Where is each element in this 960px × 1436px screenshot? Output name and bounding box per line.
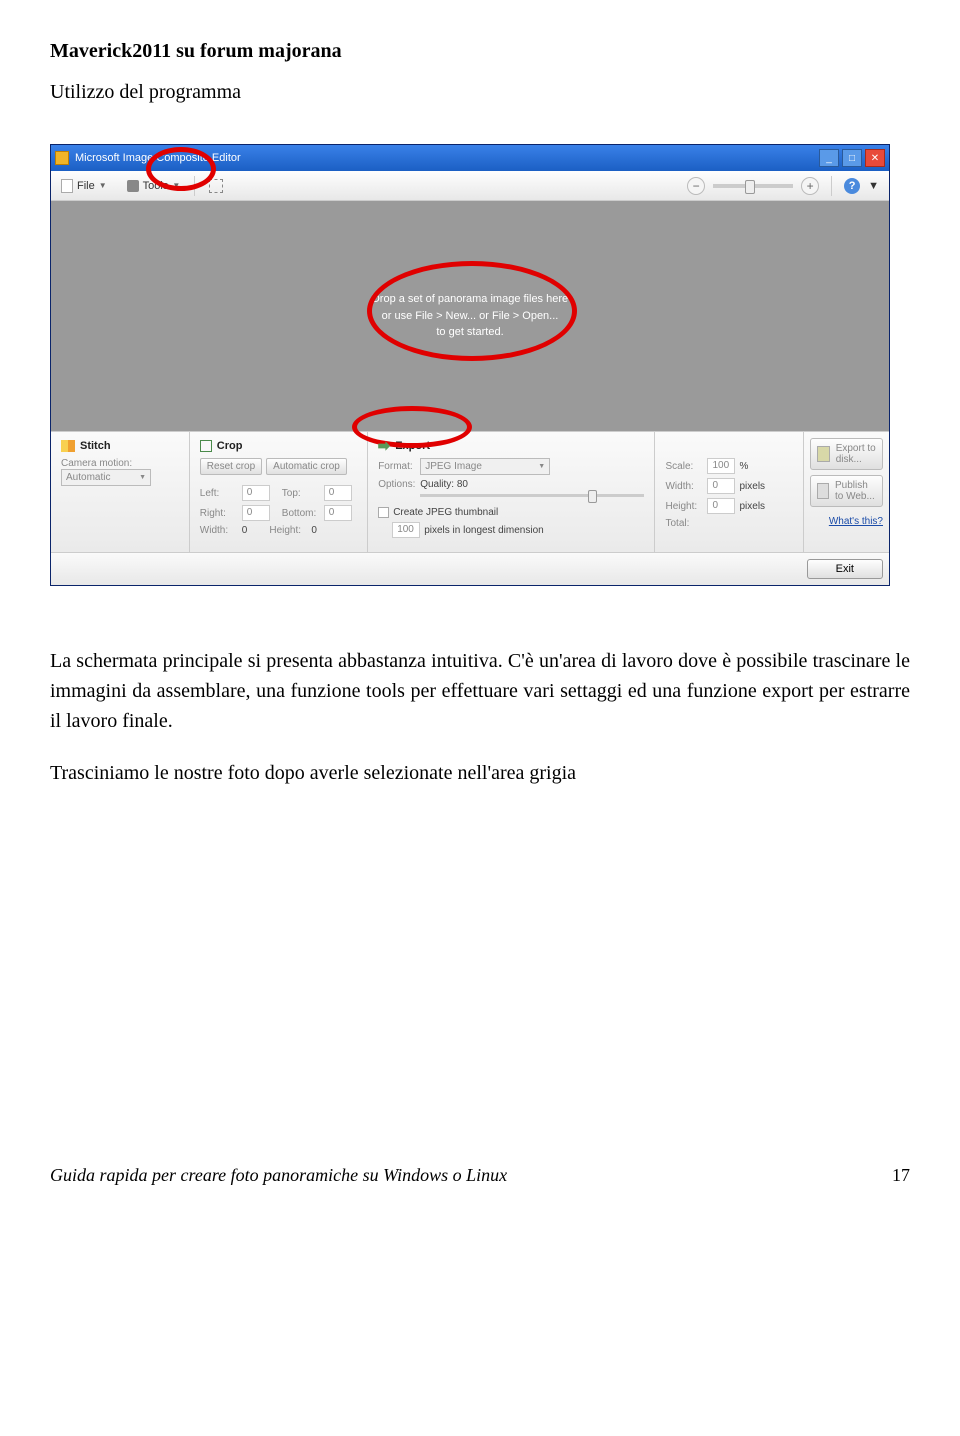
- crop-bottom-input[interactable]: 0: [324, 505, 352, 521]
- percent-label: %: [739, 461, 748, 472]
- stitch-title: Stitch: [61, 440, 179, 452]
- crop-left-label: Left:: [200, 488, 238, 499]
- chevron-down-icon: ▼: [538, 463, 545, 470]
- scale-label: Scale:: [665, 461, 703, 472]
- crop-top-label: Top:: [282, 488, 320, 499]
- minimize-button[interactable]: _: [819, 149, 839, 167]
- export-disk-label: Export to disk...: [836, 443, 876, 465]
- publish-web-button[interactable]: Publish to Web...: [810, 475, 883, 507]
- size-height-label: Height:: [665, 501, 703, 512]
- scale-input[interactable]: 100: [707, 458, 735, 474]
- exit-button[interactable]: Exit: [807, 559, 883, 579]
- export-panel: Export Format: JPEG Image ▼ Options: Qua…: [368, 432, 655, 552]
- crop-left-input[interactable]: 0: [242, 485, 270, 501]
- crop-panel: Crop Reset crop Automatic crop Left: 0 T…: [190, 432, 368, 552]
- crop-icon: [200, 440, 212, 452]
- doc-header: Maverick2011 su forum majorana: [50, 40, 910, 63]
- crop-height-label: Height:: [269, 525, 307, 536]
- options-label: Options:: [378, 479, 416, 490]
- total-label: Total:: [665, 518, 703, 529]
- format-value: JPEG Image: [425, 461, 482, 472]
- pixels-label: pixels: [739, 501, 765, 512]
- size-panel: Scale: 100 % Width: 0 pixels Height: 0 p…: [655, 432, 804, 552]
- whats-this-link[interactable]: What's this?: [829, 516, 883, 527]
- canvas-area[interactable]: Drop a set of panorama image files here …: [51, 201, 889, 431]
- export-disk-button[interactable]: Export to disk...: [810, 438, 883, 470]
- crop-width-value: 0: [242, 525, 248, 536]
- auto-crop-button[interactable]: Automatic crop: [266, 458, 347, 475]
- web-icon: [817, 483, 829, 499]
- zoom-in-button[interactable]: +: [801, 177, 819, 195]
- annotation-oval-drop: [367, 261, 577, 361]
- crop-title-label: Crop: [217, 440, 243, 452]
- maximize-button[interactable]: □: [842, 149, 862, 167]
- thumbnail-size-input[interactable]: 100: [392, 522, 420, 538]
- close-button[interactable]: ✕: [865, 149, 885, 167]
- chevron-down-icon: ▼: [868, 180, 879, 192]
- page-number: 17: [892, 1165, 910, 1186]
- quality-label: Quality: 80: [420, 479, 468, 490]
- file-menu[interactable]: File ▼: [51, 175, 117, 197]
- chevron-down-icon: ▼: [99, 181, 107, 190]
- file-menu-label: File: [77, 180, 95, 192]
- format-label: Format:: [378, 461, 416, 472]
- right-panel: Export to disk... Publish to Web... What…: [804, 432, 889, 552]
- camera-motion-select[interactable]: Automatic ▼: [61, 469, 151, 486]
- camera-motion-label: Camera motion:: [61, 458, 179, 469]
- thumbnail-label: Create JPEG thumbnail: [393, 507, 498, 518]
- zoom-out-button[interactable]: −: [687, 177, 705, 195]
- file-icon: [61, 179, 73, 193]
- reset-crop-button[interactable]: Reset crop: [200, 458, 262, 475]
- annotation-oval-export: [352, 406, 472, 448]
- crop-top-input[interactable]: 0: [324, 485, 352, 501]
- crop-right-label: Right:: [200, 508, 238, 519]
- crop-icon: [209, 179, 223, 193]
- size-width-label: Width:: [665, 481, 703, 492]
- size-width-input[interactable]: 0: [707, 478, 735, 494]
- app-window: Microsoft Image Composite Editor _ □ ✕ F…: [50, 144, 890, 586]
- help-icon[interactable]: ?: [844, 178, 860, 194]
- stitch-panel: Stitch Camera motion: Automatic ▼: [51, 432, 190, 552]
- stitch-icon: [61, 440, 75, 452]
- thumbnail-checkbox[interactable]: [378, 507, 389, 518]
- size-height-input[interactable]: 0: [707, 498, 735, 514]
- publish-web-label: Publish to Web...: [835, 480, 876, 502]
- paragraph-1: La schermata principale si presenta abba…: [50, 646, 910, 736]
- stitch-title-label: Stitch: [80, 440, 111, 452]
- panels: Stitch Camera motion: Automatic ▼ Crop: [51, 431, 889, 552]
- thumbnail-suffix: pixels in longest dimension: [424, 525, 544, 536]
- paragraph-2: Trasciniamo le nostre foto dopo averle s…: [50, 762, 910, 785]
- doc-subtitle: Utilizzo del programma: [50, 81, 910, 104]
- app-icon: [55, 151, 69, 165]
- disk-icon: [817, 446, 830, 462]
- pixels-label: pixels: [739, 481, 765, 492]
- annotation-oval-tools: [146, 147, 216, 191]
- quality-slider[interactable]: [420, 494, 644, 497]
- zoom-slider[interactable]: [713, 184, 793, 188]
- format-select[interactable]: JPEG Image ▼: [420, 458, 550, 475]
- crop-width-label: Width:: [200, 525, 238, 536]
- chevron-down-icon: ▼: [139, 474, 146, 481]
- crop-title: Crop: [200, 440, 357, 452]
- footer-text: Guida rapida per creare foto panoramiche…: [50, 1165, 507, 1186]
- gear-icon: [127, 180, 139, 192]
- crop-height-value: 0: [311, 525, 317, 536]
- exit-bar: Exit: [51, 552, 889, 585]
- crop-bottom-label: Bottom:: [282, 508, 320, 519]
- crop-right-input[interactable]: 0: [242, 505, 270, 521]
- camera-motion-value: Automatic: [66, 472, 110, 483]
